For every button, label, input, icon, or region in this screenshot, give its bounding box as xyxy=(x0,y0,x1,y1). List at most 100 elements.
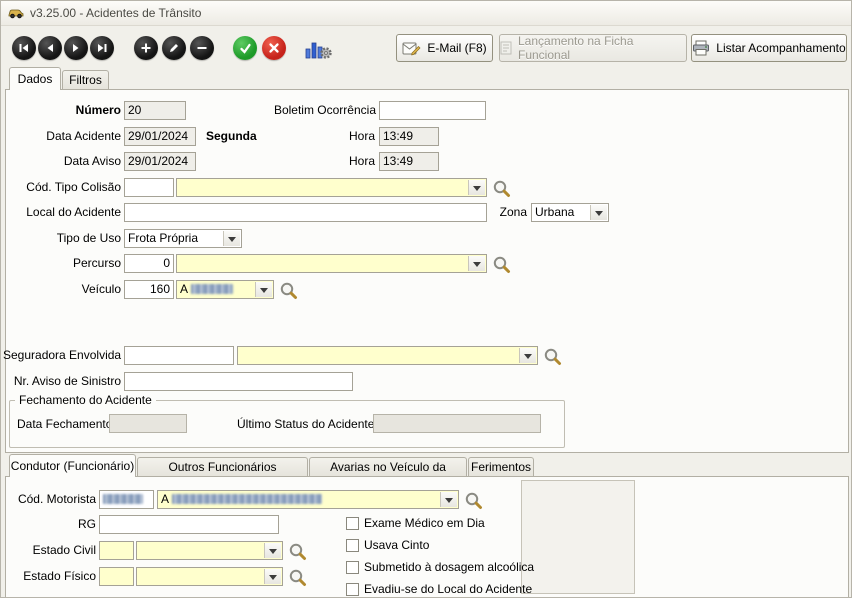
tab-dados[interactable]: Dados xyxy=(9,67,61,90)
next-record-button[interactable] xyxy=(64,36,88,60)
previous-record-button[interactable] xyxy=(38,36,62,60)
tipo-colisao-cod-field[interactable] xyxy=(124,178,174,197)
tab-condutor[interactable]: Condutor (Funcionário) xyxy=(9,454,136,477)
veiculo-label: Veículo xyxy=(11,280,121,299)
motorista-combo[interactable]: A xyxy=(157,490,459,509)
local-field[interactable] xyxy=(124,203,487,222)
tab-filtros[interactable]: Filtros xyxy=(62,70,109,90)
last-record-button[interactable] xyxy=(90,36,114,60)
motorista-search-icon[interactable] xyxy=(464,491,483,510)
tipo-colisao-combo[interactable] xyxy=(176,178,487,197)
veiculo-cod-field[interactable]: 160 xyxy=(124,280,174,299)
sinistro-field[interactable] xyxy=(124,372,353,391)
app-window: v3.25.00 - Acidentes de Trânsito E-Mail … xyxy=(0,0,852,598)
cancel-button[interactable] xyxy=(262,36,286,60)
chevron-down-icon[interactable] xyxy=(590,205,607,220)
chevron-down-icon[interactable] xyxy=(223,231,240,246)
estado-civil-cod-field[interactable] xyxy=(99,541,134,560)
confirm-button[interactable] xyxy=(233,36,257,60)
veiculo-search-icon[interactable] xyxy=(279,281,298,300)
checkbox-evadiu-local-label: Evadiu-se do Local do Acidente xyxy=(364,582,532,596)
motorista-label: Cód. Motorista xyxy=(1,490,96,509)
data-acidente-field[interactable]: 29/01/2024 xyxy=(124,127,196,146)
estado-fisico-cod-field[interactable] xyxy=(99,567,134,586)
title-bar: v3.25.00 - Acidentes de Trânsito xyxy=(1,1,851,26)
delete-record-button[interactable] xyxy=(190,36,214,60)
redacted-text xyxy=(191,284,233,294)
percurso-cod-field[interactable]: 0 xyxy=(124,254,174,273)
boletim-field[interactable] xyxy=(379,101,486,120)
chevron-down-icon[interactable] xyxy=(440,492,457,507)
tab-condutor-label: Condutor (Funcionário) xyxy=(11,459,134,473)
chevron-down-icon[interactable] xyxy=(264,569,281,584)
tab-avarias[interactable]: Avarias no Veículo da Empresa xyxy=(309,457,467,477)
checkbox-dosagem-alcoolica-label: Submetido à dosagem alcoólica xyxy=(364,560,534,574)
fechamento-group-title: Fechamento do Acidente xyxy=(15,393,156,407)
checkbox-usava-cinto[interactable]: Usava Cinto xyxy=(346,538,429,552)
ficha-funcional-button[interactable]: Lançamento na Ficha Funcional xyxy=(499,34,687,62)
tab-outros-funcionarios[interactable]: Outros Funcionários Envolvidos xyxy=(137,457,308,477)
data-aviso-label: Data Aviso xyxy=(21,152,121,171)
ficha-funcional-button-label: Lançamento na Ficha Funcional xyxy=(518,34,686,62)
percurso-label: Percurso xyxy=(11,254,121,273)
app-icon xyxy=(8,7,24,19)
first-record-button[interactable] xyxy=(12,36,36,60)
chevron-down-icon[interactable] xyxy=(519,348,536,363)
percurso-combo[interactable] xyxy=(176,254,487,273)
ficha-icon xyxy=(500,41,512,55)
chevron-down-icon[interactable] xyxy=(468,180,485,195)
email-button[interactable]: E-Mail (F8) xyxy=(396,34,493,62)
email-icon xyxy=(402,41,421,56)
estado-civil-search-icon[interactable] xyxy=(288,542,307,561)
data-aviso-field[interactable]: 29/01/2024 xyxy=(124,152,196,171)
data-fechamento-label: Data Fechamento xyxy=(17,415,107,434)
estado-civil-combo[interactable] xyxy=(136,541,283,560)
chart-button[interactable] xyxy=(304,37,332,60)
data-acidente-label: Data Acidente xyxy=(21,127,121,146)
ultimo-status-label: Último Status do Acidente xyxy=(237,415,371,434)
hora-aviso-field[interactable]: 13:49 xyxy=(379,152,439,171)
email-button-label: E-Mail (F8) xyxy=(427,41,486,55)
motorista-cod-field[interactable] xyxy=(99,490,154,509)
checkbox-icon[interactable] xyxy=(346,517,359,530)
seguradora-cod-field[interactable] xyxy=(124,346,234,365)
hora-acidente-field[interactable]: 13:49 xyxy=(379,127,439,146)
listar-acompanhamento-button-label: Listar Acompanhamento xyxy=(716,41,845,55)
hora-aviso-label: Hora xyxy=(321,152,375,171)
numero-field[interactable]: 20 xyxy=(124,101,186,120)
seguradora-label: Seguradora Envolvida xyxy=(3,346,121,365)
zona-combo[interactable]: Urbana xyxy=(531,203,609,222)
ultimo-status-field xyxy=(373,414,541,433)
window-title: v3.25.00 - Acidentes de Trânsito xyxy=(30,6,201,20)
tipo-colisao-search-icon[interactable] xyxy=(492,179,511,198)
estado-fisico-search-icon[interactable] xyxy=(288,568,307,587)
rg-field[interactable] xyxy=(99,515,279,534)
chevron-down-icon[interactable] xyxy=(255,282,272,297)
chevron-down-icon[interactable] xyxy=(264,543,281,558)
redacted-text xyxy=(172,494,322,504)
motorista-desc: A xyxy=(161,492,168,506)
percurso-search-icon[interactable] xyxy=(492,255,511,274)
edit-record-button[interactable] xyxy=(162,36,186,60)
numero-label: Número xyxy=(41,101,121,120)
veiculo-combo[interactable]: A xyxy=(176,280,274,299)
checkbox-exame-medico[interactable]: Exame Médico em Dia xyxy=(346,516,485,530)
tipo-uso-label: Tipo de Uso xyxy=(11,229,121,248)
chevron-down-icon[interactable] xyxy=(468,256,485,271)
checkbox-icon[interactable] xyxy=(346,539,359,552)
checkbox-evadiu-local[interactable]: Evadiu-se do Local do Acidente xyxy=(346,582,532,596)
tipo-uso-combo[interactable]: Frota Própria xyxy=(124,229,242,248)
tipo-uso-value: Frota Própria xyxy=(128,231,198,245)
checkbox-usava-cinto-label: Usava Cinto xyxy=(364,538,429,552)
estado-fisico-combo[interactable] xyxy=(136,567,283,586)
tab-ferimentos[interactable]: Ferimentos xyxy=(468,457,534,477)
listar-acompanhamento-button[interactable]: Listar Acompanhamento xyxy=(691,34,847,62)
weekday-label: Segunda xyxy=(206,127,286,146)
checkbox-dosagem-alcoolica[interactable]: Submetido à dosagem alcoólica xyxy=(346,560,534,574)
hora-acidente-label: Hora xyxy=(321,127,375,146)
checkbox-icon[interactable] xyxy=(346,561,359,574)
seguradora-search-icon[interactable] xyxy=(543,347,562,366)
seguradora-combo[interactable] xyxy=(237,346,538,365)
add-record-button[interactable] xyxy=(134,36,158,60)
checkbox-icon[interactable] xyxy=(346,583,359,596)
